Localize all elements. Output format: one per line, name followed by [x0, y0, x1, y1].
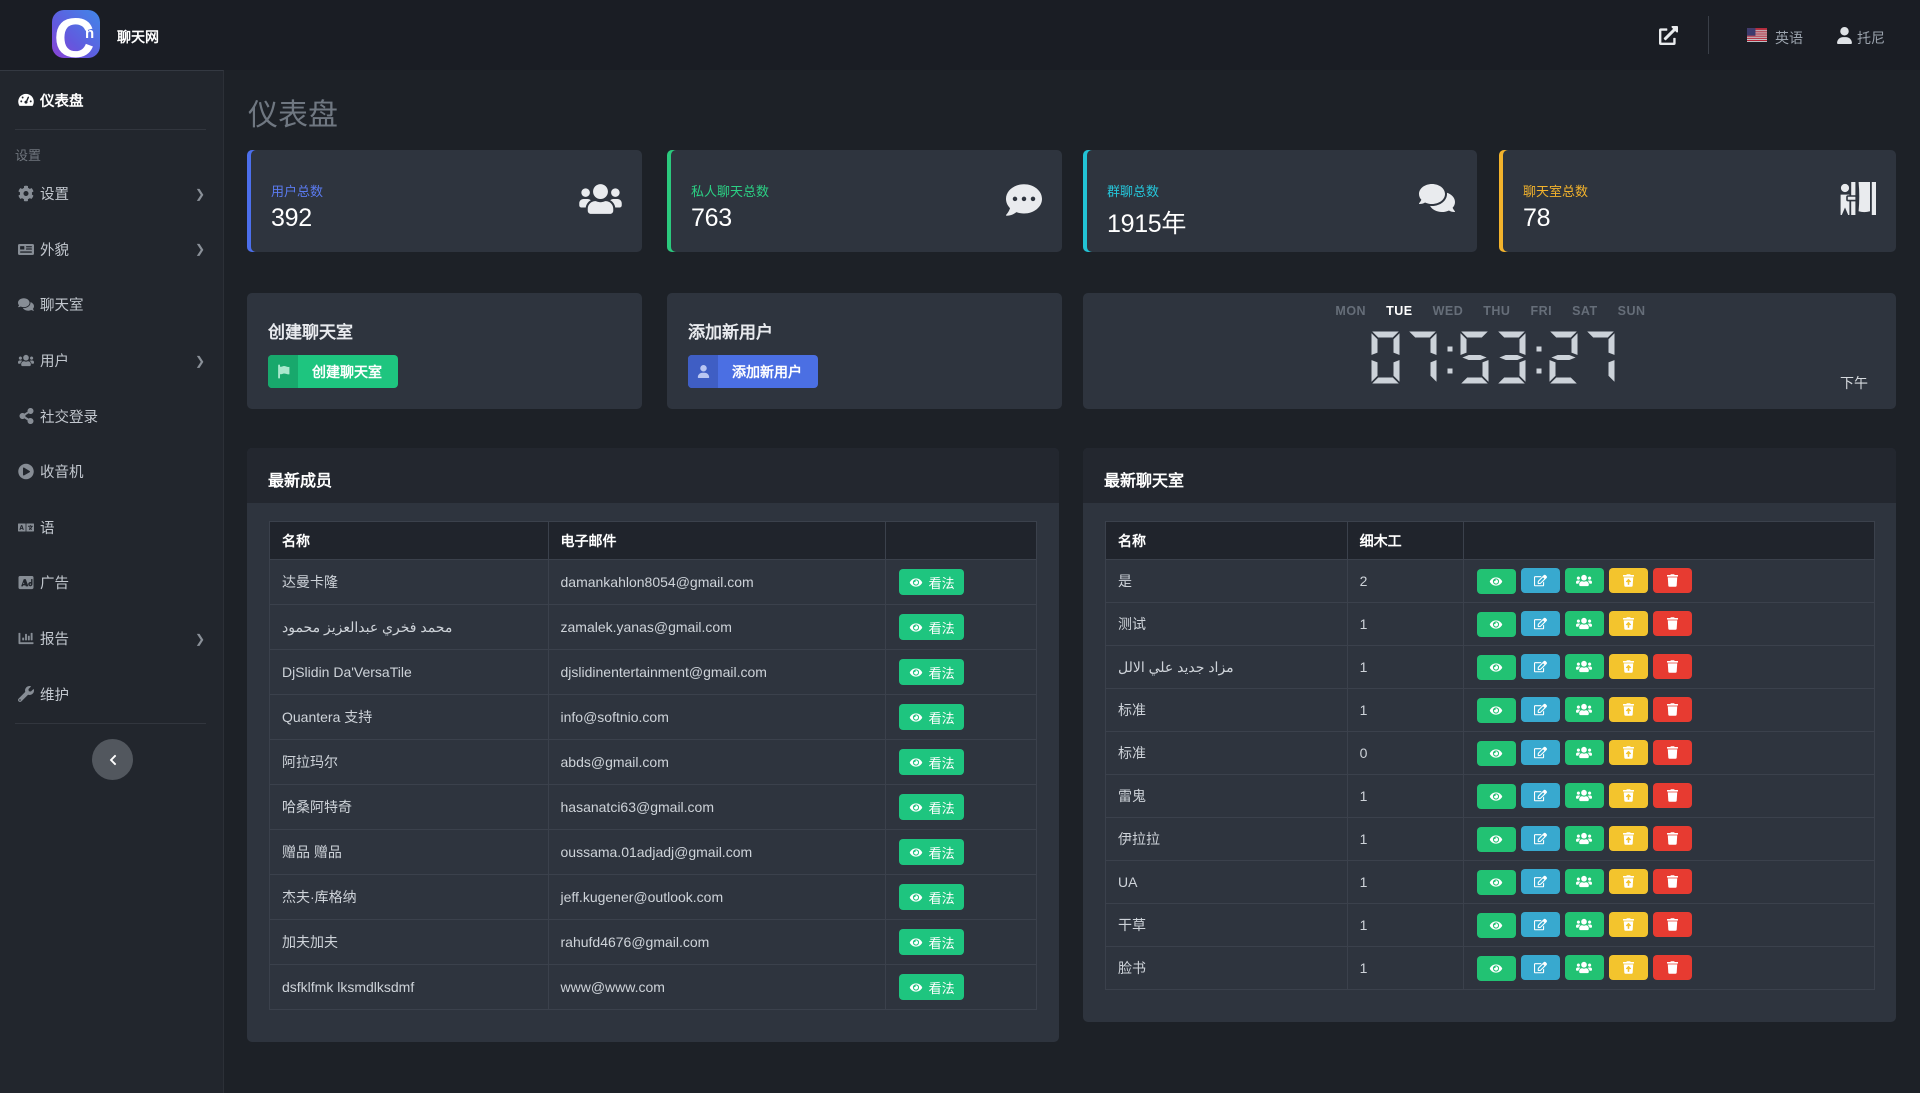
svg-text:n: n — [85, 25, 94, 42]
